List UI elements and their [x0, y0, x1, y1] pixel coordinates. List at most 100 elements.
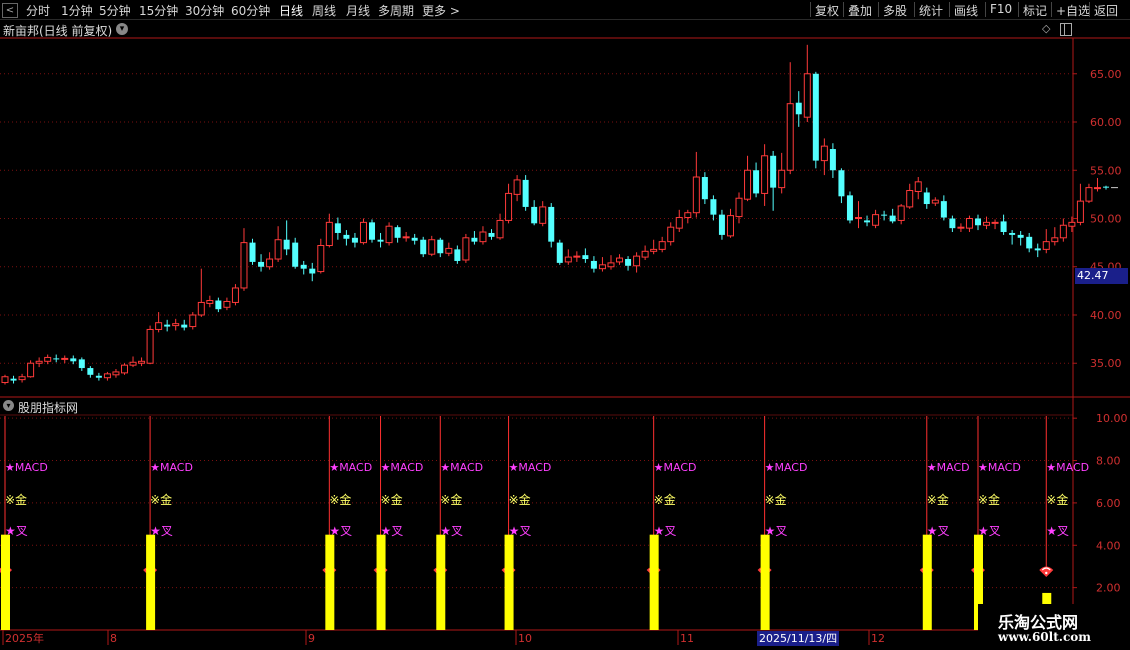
candle-body — [940, 201, 947, 218]
candle-body — [607, 262, 615, 268]
candle-body — [95, 375, 102, 378]
candle-body — [300, 264, 307, 269]
signal-gold-label: ※金 — [381, 492, 403, 507]
time-tick-label: 2025年 — [5, 631, 44, 645]
candle-body — [325, 221, 333, 247]
candle-body — [991, 221, 999, 224]
signal-bar — [436, 534, 446, 630]
signal-gold-label: ※金 — [329, 492, 351, 507]
time-tick-label: 11 — [680, 632, 694, 645]
candle-body — [471, 237, 478, 242]
candle-body — [846, 195, 853, 221]
candle-body — [625, 259, 632, 266]
chevron-down-icon[interactable]: ▾ — [3, 400, 14, 411]
candle-body — [522, 179, 529, 207]
signal-gold-label: ※金 — [765, 492, 787, 507]
candle-body — [1, 376, 9, 384]
candle-body — [87, 368, 94, 375]
signal-bar — [146, 534, 156, 630]
candle-body — [573, 255, 581, 258]
indicator-tick-label: 4.00 — [1096, 539, 1121, 552]
signal-macd-label: ★MACD — [927, 461, 970, 474]
candle-body — [334, 223, 341, 233]
candle-body — [369, 222, 376, 240]
candle-body — [35, 360, 43, 364]
candle-body — [428, 239, 436, 255]
time-tick-label: 10 — [518, 632, 532, 645]
candle-body — [138, 360, 146, 364]
signal-icon-dot — [1045, 571, 1048, 575]
candle-body — [258, 261, 265, 267]
indicator-tick-label: 10.00 — [1096, 412, 1128, 425]
indicator-tick-label: 2.00 — [1096, 582, 1121, 595]
price-tick-label: 60.00 — [1090, 116, 1122, 129]
current-price-tag: 42.47 — [1075, 268, 1128, 284]
candle-body — [590, 260, 597, 269]
candle-body — [726, 215, 734, 237]
candle-body — [778, 169, 786, 189]
candle-body — [359, 221, 367, 244]
candle-body — [829, 149, 836, 171]
candle-body — [479, 231, 487, 243]
candle-body — [61, 357, 69, 360]
signal-macd-label: ★MACD — [440, 461, 483, 474]
candle-body — [10, 378, 17, 381]
candle-body — [667, 226, 675, 243]
indicator-tick-label: 6.00 — [1096, 497, 1121, 510]
candle-body — [675, 217, 683, 229]
candle-body — [70, 358, 77, 362]
signal-bar — [376, 534, 386, 630]
candle-body — [539, 206, 547, 224]
candle-body — [1093, 187, 1101, 190]
candle-body — [1017, 234, 1024, 238]
candle-body — [317, 245, 325, 273]
candle-body — [181, 324, 188, 328]
candle-body — [505, 192, 513, 221]
signal-macd-label: ★MACD — [1046, 461, 1089, 474]
candle-body — [215, 300, 222, 310]
candle-body — [650, 248, 658, 252]
signal-bar — [1, 534, 10, 630]
candle-body — [633, 255, 641, 267]
signal-cross-label: ★叉 — [1046, 524, 1069, 538]
indicator-tick-label: 8.00 — [1096, 455, 1121, 468]
candle-body — [411, 237, 418, 241]
price-tick-label: 55.00 — [1090, 164, 1122, 177]
candle-body — [78, 359, 85, 369]
candle-body — [155, 322, 163, 330]
signal-macd-label: ★MACD — [381, 461, 424, 474]
signal-macd-label: ★MACD — [329, 461, 372, 474]
candle-body — [343, 234, 350, 239]
candle-body — [974, 218, 981, 226]
signal-macd-label: ★MACD — [150, 461, 193, 474]
signal-bar — [504, 534, 514, 630]
signal-bar — [922, 534, 932, 630]
candle-body — [351, 237, 358, 243]
candle-body — [1068, 221, 1076, 227]
candle-body — [949, 218, 956, 229]
indicator-title: 股朋指标网 — [18, 401, 79, 415]
signal-gold-label: ※金 — [978, 492, 1000, 507]
signal-gold-label: ※金 — [1046, 492, 1068, 507]
price-tick-label: 35.00 — [1090, 357, 1122, 370]
candle-body — [283, 239, 290, 250]
candle-body — [744, 169, 752, 200]
chart-canvas: 65.0060.0055.0050.0045.0040.0035.0010.00… — [0, 37, 1130, 645]
watermark: 乐淘公式网 www.60lt.com — [978, 604, 1130, 650]
candle-body — [548, 206, 555, 242]
candle-body — [206, 300, 214, 304]
candle-body — [914, 181, 922, 192]
candle-body — [838, 170, 845, 197]
candle-body — [249, 242, 256, 262]
candle-body — [864, 220, 871, 223]
candle-body — [1042, 241, 1050, 250]
candle-body — [803, 73, 811, 118]
candle-body — [582, 255, 589, 260]
candle-body — [454, 249, 461, 261]
candle-body — [112, 371, 120, 376]
candle-body — [189, 314, 197, 328]
candle-body — [906, 190, 914, 208]
signal-gold-label: ※金 — [440, 492, 462, 507]
price-tick-label: 65.00 — [1090, 68, 1122, 81]
candle-body — [27, 362, 35, 378]
